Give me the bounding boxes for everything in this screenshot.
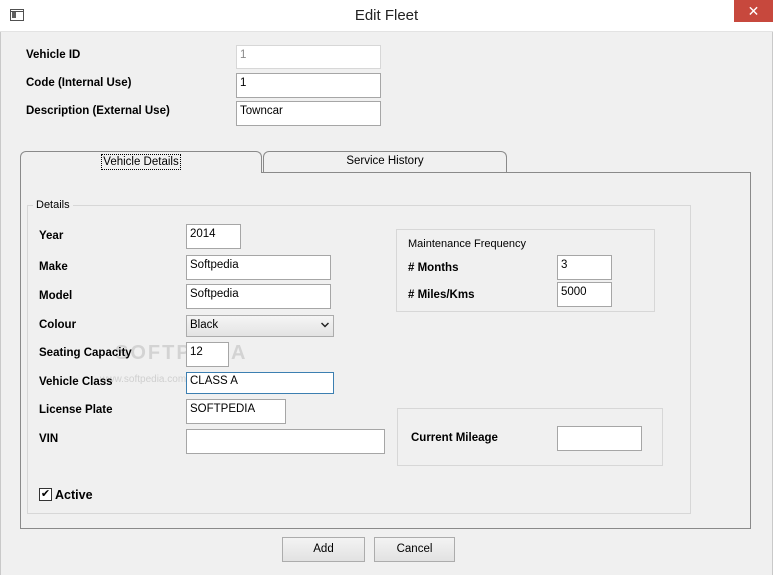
months-field[interactable]: 3 (557, 255, 612, 280)
current-mileage-label: Current Mileage (411, 432, 498, 444)
miles-field[interactable]: 5000 (557, 282, 612, 307)
seating-capacity-label: Seating Capacity (39, 347, 132, 359)
year-field[interactable]: 2014 (186, 224, 241, 249)
vehicle-class-label: Vehicle Class (39, 376, 113, 388)
tab-service-history-label: Service History (346, 155, 424, 167)
window-title: Edit Fleet (354, 7, 419, 24)
miles-label: # Miles/Kms (408, 289, 475, 301)
license-plate-field[interactable]: SOFTPEDIA (186, 399, 286, 424)
code-label: Code (Internal Use) (26, 77, 132, 89)
seating-capacity-field[interactable]: 12 (186, 342, 229, 367)
close-icon: ✕ (747, 3, 760, 19)
tab-vehicle-details[interactable]: Vehicle Details (20, 151, 262, 173)
chevron-down-icon (321, 322, 329, 328)
softpedia-watermark-url: www.softpedia.com (100, 374, 187, 385)
description-field[interactable]: Towncar (236, 101, 381, 126)
colour-select[interactable]: Black (186, 315, 334, 337)
window-border-left (0, 32, 1, 575)
checkmark-icon: ✔ (40, 488, 51, 500)
make-label: Make (39, 261, 68, 273)
vehicle-class-field[interactable]: CLASS A (186, 372, 334, 394)
colour-select-value: Black (190, 319, 219, 331)
tab-vehicle-details-label: Vehicle Details (101, 154, 181, 170)
make-field[interactable]: Softpedia (186, 255, 331, 280)
current-mileage-field[interactable] (557, 426, 642, 451)
model-field[interactable]: Softpedia (186, 284, 331, 309)
months-label: # Months (408, 262, 459, 274)
close-button[interactable]: ✕ (734, 0, 773, 22)
description-label: Description (External Use) (26, 105, 170, 117)
model-label: Model (39, 290, 73, 302)
code-field[interactable]: 1 (236, 73, 381, 98)
colour-label: Colour (39, 319, 77, 331)
license-plate-label: License Plate (39, 404, 113, 416)
details-group-title: Details (33, 199, 73, 211)
cancel-button[interactable]: Cancel (374, 537, 455, 562)
year-label: Year (39, 230, 64, 242)
vin-field[interactable] (186, 429, 385, 454)
active-label[interactable]: Active (55, 488, 93, 502)
vehicle-id-field: 1 (236, 45, 381, 69)
maintenance-group-title: Maintenance Frequency (408, 238, 527, 250)
vin-label: VIN (39, 433, 59, 445)
vehicle-id-label: Vehicle ID (26, 49, 81, 61)
add-button[interactable]: Add (282, 537, 365, 562)
tab-service-history[interactable]: Service History (263, 151, 507, 172)
active-checkbox[interactable]: ✔ (39, 488, 52, 501)
